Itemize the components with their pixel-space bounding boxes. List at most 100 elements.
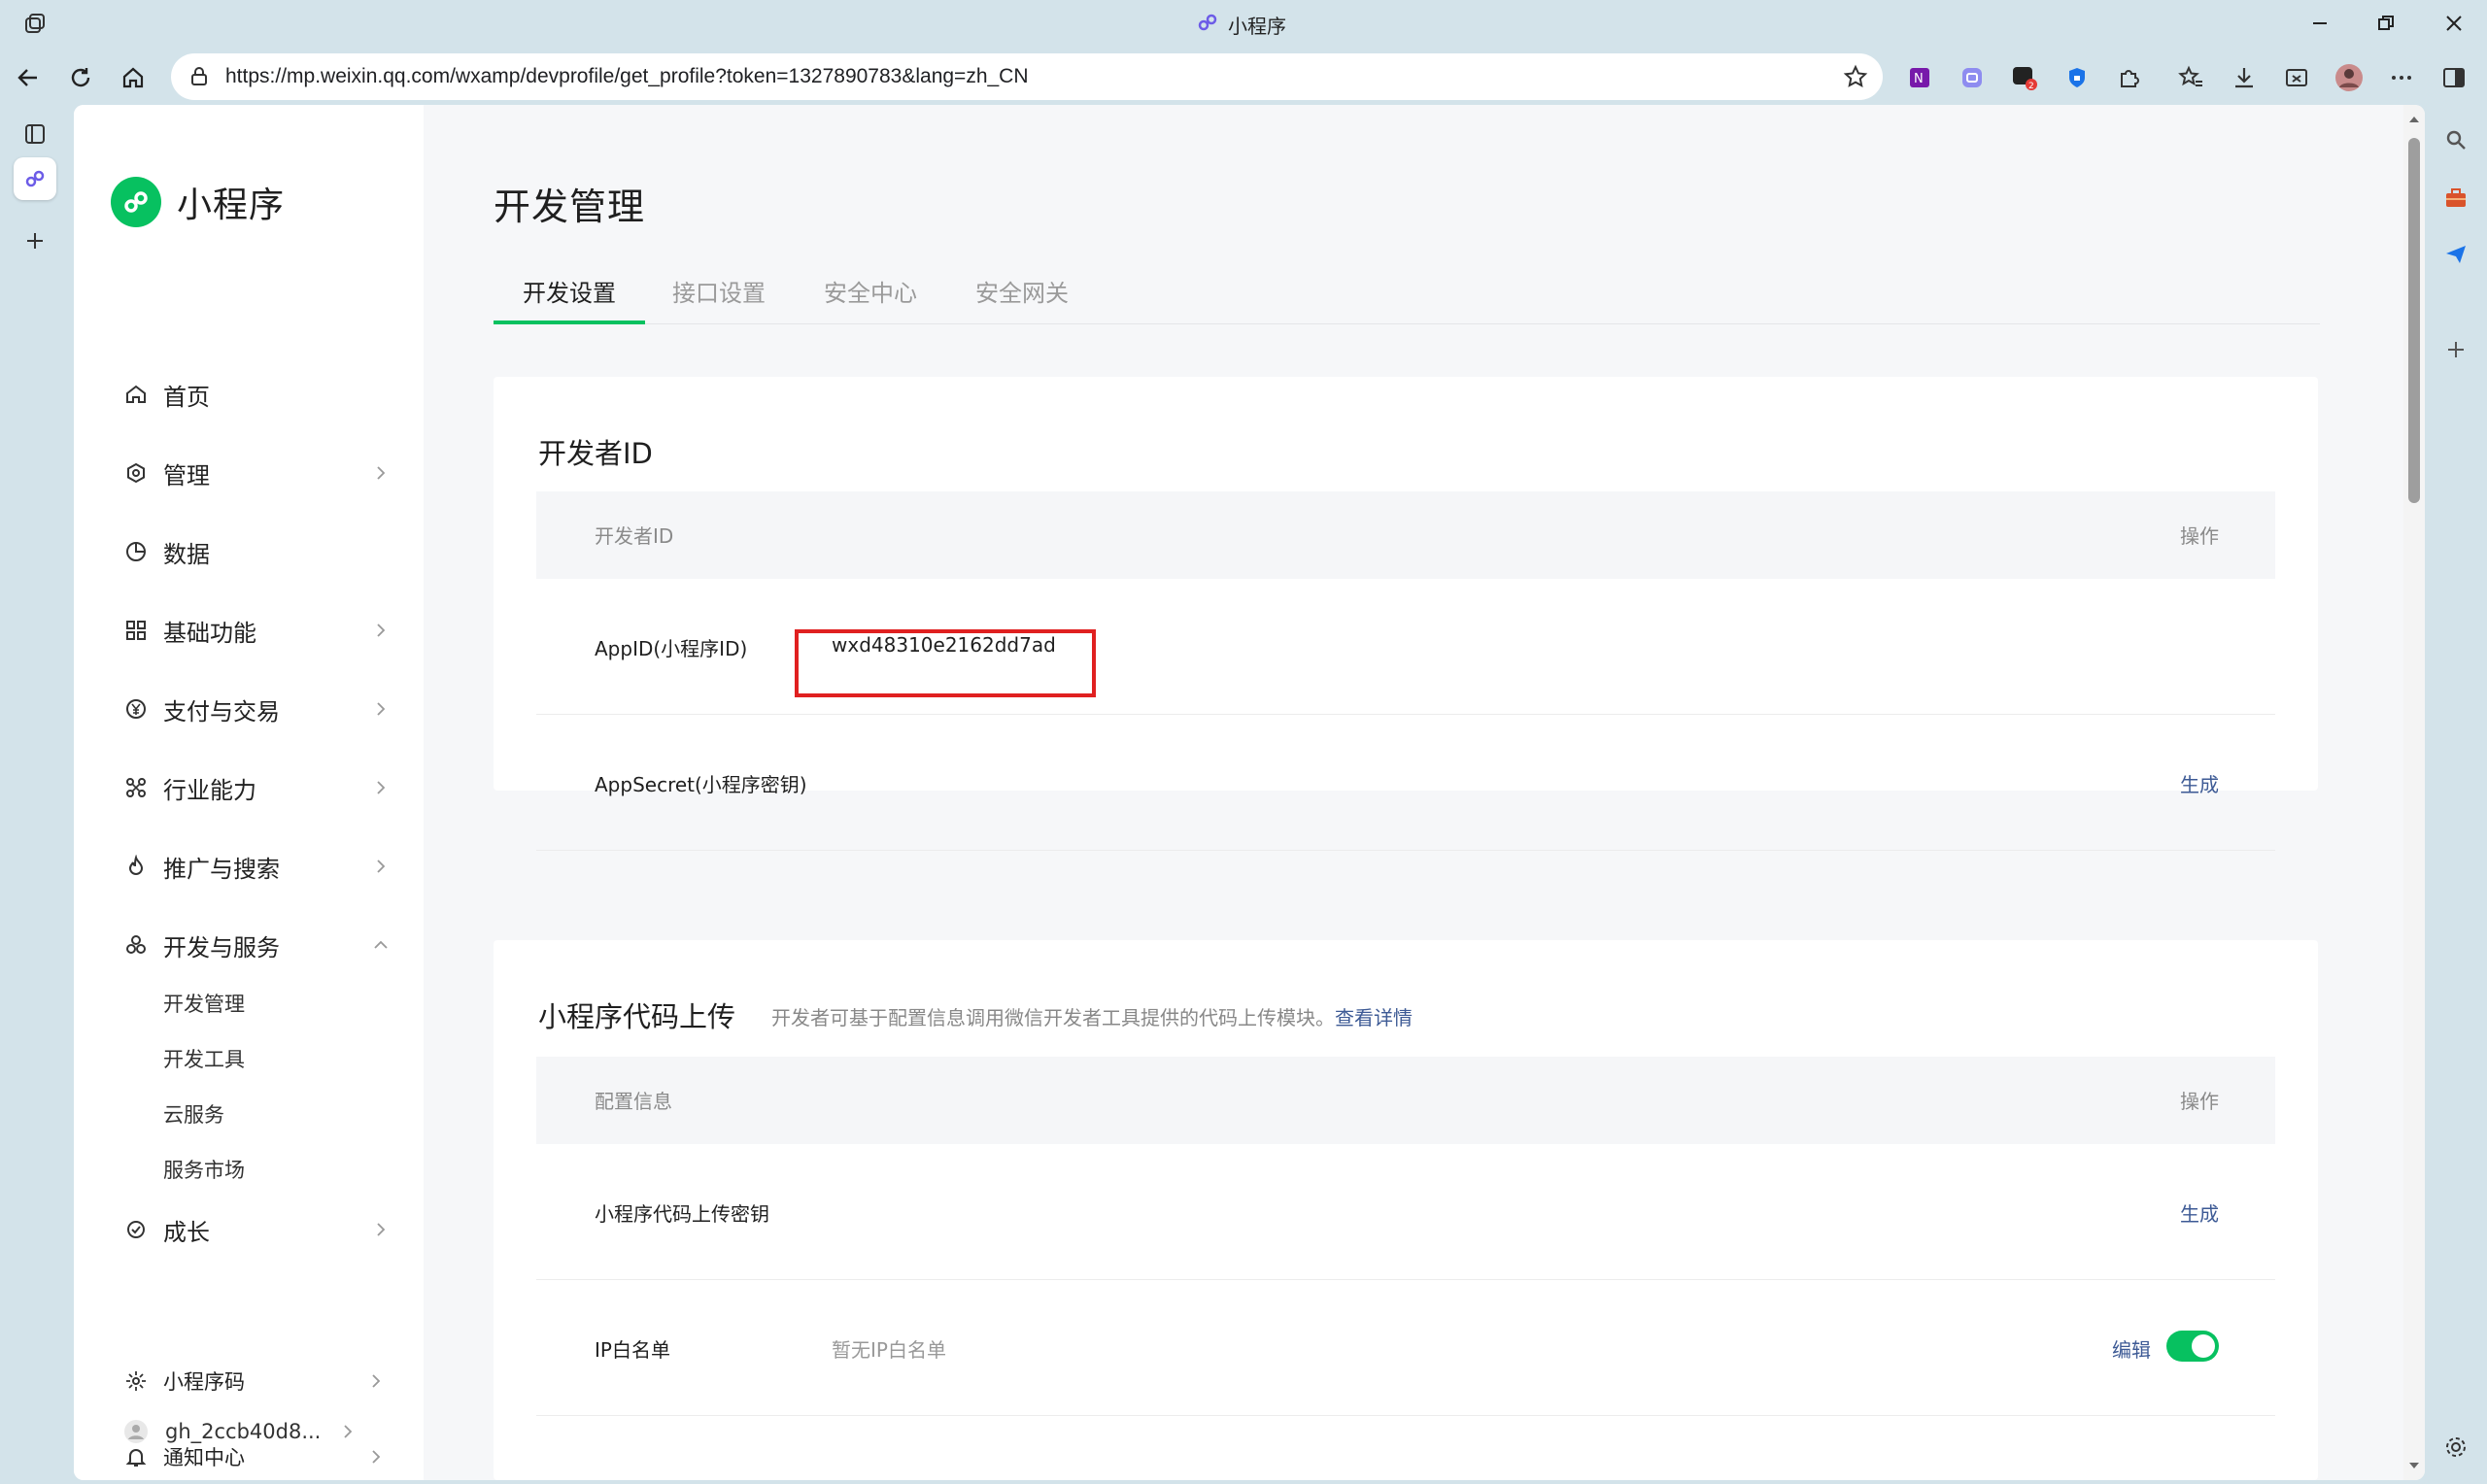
nav-item-qrcode[interactable]: 小程序码 — [122, 1362, 390, 1400]
downloads-icon[interactable] — [2227, 60, 2262, 95]
tab-api-settings[interactable]: 接口设置 — [672, 264, 766, 324]
account-switcher[interactable]: gh_2ccb40d8... — [122, 1412, 356, 1451]
nav-item-dev-services[interactable]: 开发与服务 — [122, 926, 394, 964]
svg-text:N: N — [1914, 72, 1924, 86]
chevron-right-icon — [367, 695, 394, 723]
header-col-action: 操作 — [2180, 524, 2219, 548]
screenshot-icon[interactable] — [2279, 60, 2314, 95]
page-scrollbar[interactable] — [2403, 105, 2425, 1480]
page-title: 开发管理 — [494, 186, 646, 228]
ip-whitelist-toggle[interactable] — [2166, 1331, 2219, 1362]
logo[interactable]: 小程序 — [111, 177, 285, 227]
search-icon[interactable] — [2438, 122, 2473, 157]
page: 小程序 首页 管理 数据 基础功能 支付与交易 行业能力 推广与搜索 开发与服务… — [74, 105, 2403, 1480]
home-button[interactable] — [115, 59, 152, 96]
table-header: 开发者ID 操作 — [536, 491, 2275, 579]
sidebar-settings-icon[interactable] — [2438, 1430, 2473, 1465]
nav-sub-cloud[interactable]: 云服务 — [163, 1098, 224, 1130]
account-name: gh_2ccb40d8... — [165, 1420, 322, 1443]
shield-extension-icon[interactable] — [2060, 60, 2095, 95]
nav-item-promotion[interactable]: 推广与搜索 — [122, 847, 394, 886]
restore-button[interactable] — [2367, 8, 2405, 39]
tab-actions-icon[interactable] — [21, 11, 49, 38]
svg-text:2: 2 — [2028, 82, 2034, 91]
scroll-up-icon[interactable] — [2407, 113, 2421, 126]
appid-value[interactable]: wxd48310e2162dd7ad — [832, 633, 1056, 657]
nav-item-label: 基础功能 — [163, 619, 256, 647]
ip-whitelist-edit-link[interactable]: 编辑 — [2112, 1334, 2151, 1363]
reload-button[interactable] — [62, 59, 99, 96]
chevron-right-icon — [362, 1443, 390, 1470]
profile-avatar[interactable] — [2332, 60, 2367, 95]
scroll-down-icon[interactable] — [2407, 1459, 2421, 1472]
back-button[interactable] — [10, 59, 47, 96]
media-extension-icon[interactable]: 2 — [2007, 60, 2042, 95]
pie-chart-icon — [122, 538, 150, 565]
edge-sidebar — [2425, 103, 2487, 1484]
favorite-star-icon[interactable] — [1840, 61, 1871, 92]
chevron-right-icon — [367, 459, 394, 487]
nav-item-data[interactable]: 数据 — [122, 532, 394, 571]
upload-key-generate-link[interactable]: 生成 — [2180, 1198, 2219, 1227]
chevron-right-icon — [367, 853, 394, 880]
nav-item-growth[interactable]: 成长 — [122, 1210, 394, 1249]
nav-item-label: 支付与交易 — [163, 697, 280, 725]
more-menu-icon[interactable] — [2384, 60, 2419, 95]
tab-security-gateway[interactable]: 安全网关 — [975, 264, 1069, 324]
add-sidebar-app-icon[interactable] — [2438, 332, 2473, 367]
favorites-icon[interactable] — [2174, 60, 2209, 95]
nav-item-label: 小程序码 — [163, 1370, 245, 1394]
card-title: 小程序代码上传 — [538, 1000, 736, 1033]
scrollbar-thumb[interactable] — [2408, 138, 2420, 503]
extensions-puzzle-icon[interactable] — [2112, 60, 2147, 95]
upload-key-label: 小程序代码上传密钥 — [595, 1202, 769, 1226]
appid-row: AppID(小程序ID) wxd48310e2162dd7ad — [536, 579, 2275, 715]
nav-item-payment[interactable]: 支付与交易 — [122, 690, 394, 728]
ip-whitelist-row: IP白名单 暂无IP白名单 编辑 — [536, 1280, 2275, 1416]
nav-sub-market[interactable]: 服务市场 — [163, 1154, 245, 1185]
nav-sub-dev-manage[interactable]: 开发管理 — [163, 988, 245, 1019]
onenote-extension-icon[interactable]: N — [1902, 60, 1937, 95]
appsecret-row: AppSecret(小程序密钥) 生成 — [536, 715, 2275, 851]
upload-key-row: 小程序代码上传密钥 生成 — [536, 1144, 2275, 1280]
tab-security-center[interactable]: 安全中心 — [824, 264, 917, 324]
nav-sub-dev-tools[interactable]: 开发工具 — [163, 1043, 245, 1074]
miniprogram-favicon-icon — [1197, 12, 1218, 38]
table-header: 配置信息 操作 — [536, 1057, 2275, 1144]
tab-dev-settings[interactable]: 开发设置 — [494, 264, 645, 324]
appsecret-generate-link[interactable]: 生成 — [2180, 769, 2219, 797]
address-bar[interactable]: https://mp.weixin.qq.com/wxamp/devprofil… — [171, 53, 1883, 100]
medal-icon — [122, 1216, 150, 1243]
vertical-tab-strip — [0, 103, 70, 1484]
appsecret-label: AppSecret(小程序密钥) — [595, 773, 807, 796]
new-tab-icon[interactable] — [14, 219, 56, 262]
close-window-button[interactable] — [2435, 8, 2473, 39]
sidebar-toggle-icon[interactable] — [2436, 60, 2471, 95]
appid-label: AppID(小程序ID) — [595, 637, 748, 660]
url-text[interactable]: https://mp.weixin.qq.com/wxamp/devprofil… — [225, 65, 1029, 88]
site-info-icon[interactable] — [185, 62, 214, 91]
nav-item-manage[interactable]: 管理 — [122, 454, 394, 492]
chevron-right-icon — [362, 1367, 390, 1395]
yuan-icon — [122, 695, 150, 723]
view-details-link[interactable]: 查看详情 — [1335, 1006, 1413, 1029]
nav-item-label: 数据 — [163, 540, 210, 568]
tab-panel-icon[interactable] — [14, 113, 56, 155]
minimize-button[interactable] — [2300, 8, 2339, 39]
card-description: 开发者可基于配置信息调用微信开发者工具提供的代码上传模块。查看详情 — [771, 1002, 1413, 1030]
ip-whitelist-label: IP白名单 — [595, 1338, 670, 1362]
settings-hexagon-icon — [122, 459, 150, 487]
toolbox-icon[interactable] — [2438, 181, 2473, 216]
send-icon[interactable] — [2438, 237, 2473, 272]
nav-item-industry[interactable]: 行业能力 — [122, 768, 394, 807]
tab-miniprogram[interactable] — [14, 157, 56, 200]
flame-icon — [122, 853, 150, 880]
home-icon — [122, 381, 150, 408]
logo-text: 小程序 — [177, 186, 286, 225]
nav-item-label: 推广与搜索 — [163, 855, 280, 883]
browser-titlebar: 小程序 — [0, 0, 2487, 49]
nav-item-basic-features[interactable]: 基础功能 — [122, 611, 394, 650]
assistant-extension-icon[interactable] — [1955, 60, 1990, 95]
chevron-right-icon — [367, 774, 394, 801]
nav-item-home[interactable]: 首页 — [122, 375, 394, 414]
